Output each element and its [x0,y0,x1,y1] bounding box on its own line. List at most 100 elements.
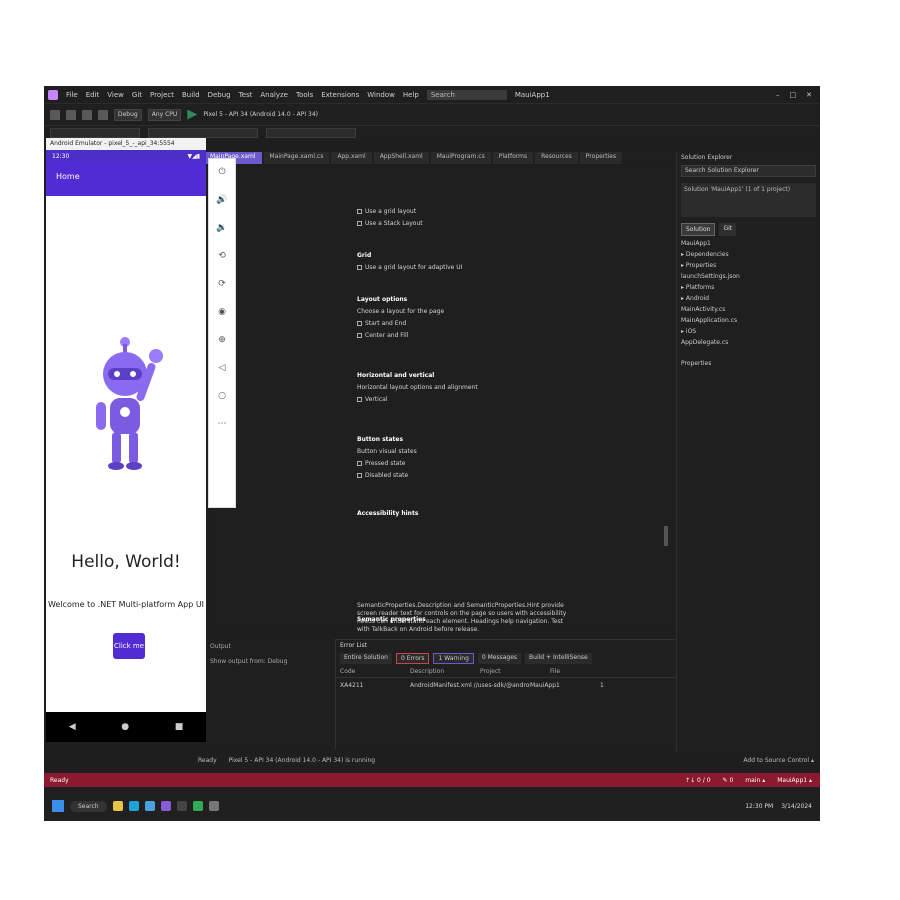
vs-status-changes[interactable]: ✎ 0 [723,777,734,784]
run-icon[interactable] [187,109,198,120]
nav-recent-icon[interactable]: ■ [175,722,184,732]
vs-status-sync[interactable]: ↑↓ 0 / 0 [685,777,710,784]
search-input[interactable]: Search [426,89,507,100]
menu-window[interactable]: Window [367,91,395,99]
stackframe-select[interactable] [266,128,356,138]
editor-tab[interactable]: Properties [579,152,623,164]
checkbox-icon[interactable] [357,333,362,338]
editor-scrollbar[interactable] [664,526,668,546]
zoom-icon[interactable]: ⊕ [218,335,226,345]
tree-node[interactable]: AppDelegate.cs [681,339,816,350]
warnings-filter[interactable]: 1 Warning [433,653,474,664]
errors-filter[interactable]: 0 Errors [396,653,430,664]
editor-tab[interactable]: App.xaml [331,152,372,164]
menu-debug[interactable]: Debug [208,91,231,99]
vs-status-branch[interactable]: main ▴ [745,777,765,784]
run-target[interactable]: Pixel 5 - API 34 (Android 14.0 - API 34) [203,111,318,118]
checkbox-icon[interactable] [357,473,362,478]
editor-tab[interactable]: MauiProgram.cs [430,152,491,164]
checkbox-icon[interactable] [357,209,362,214]
menu-help[interactable]: Help [403,91,419,99]
menu-tools[interactable]: Tools [296,91,313,99]
back-icon[interactable] [50,109,60,120]
nav-back-icon[interactable]: ◀ [69,722,76,732]
menu-analyze[interactable]: Analyze [260,91,288,99]
tray-time[interactable]: 12:30 PM [745,803,773,810]
panel-status-right[interactable]: Add to Source Control ▴ [743,757,820,764]
emulator-screen[interactable]: 12:30 ▼◢▮ Home Hello, World! Welcome to … [46,150,206,742]
store-icon[interactable] [144,801,155,811]
volume-down-icon[interactable]: 🔉 [216,223,227,233]
rotate-left-icon[interactable]: ⟲ [218,251,226,261]
editor-area[interactable]: SemanticProperties.Description and Seman… [209,166,674,631]
close-icon[interactable]: ✕ [806,91,812,99]
minimize-icon[interactable]: – [776,91,780,99]
build-filter-select[interactable]: Build + IntelliSense [525,653,592,664]
menu-project[interactable]: Project [150,91,174,99]
col-project[interactable]: Project [480,668,550,675]
editor-tab[interactable]: AppShell.xaml [373,152,429,164]
tray-date[interactable]: 3/14/2024 [781,803,812,810]
menu-edit[interactable]: Edit [86,91,100,99]
solution-card[interactable]: Solution 'MauiApp1' (1 of 1 project) [681,183,816,217]
process-select[interactable] [50,128,140,138]
editor-tab[interactable]: Platforms [492,152,534,164]
checkbox-icon[interactable] [357,221,362,226]
forward-icon[interactable] [66,109,76,120]
volume-up-icon[interactable]: 🔊 [216,195,227,205]
tree-root[interactable]: MauiApp1 [681,240,816,251]
vs-status-repo[interactable]: MauiApp1 ▴ [777,777,812,784]
solution-search-input[interactable]: Search Solution Explorer [681,165,816,177]
solution-view-button[interactable]: Solution [681,223,716,236]
start-icon[interactable] [52,800,64,812]
tree-node[interactable]: ▸ Android [681,295,816,306]
col-description[interactable]: Description [410,668,480,675]
explorer-icon[interactable] [112,801,123,811]
save-icon[interactable] [82,109,92,120]
taskbar-search[interactable]: Search [70,800,107,812]
checkbox-icon[interactable] [357,321,362,326]
nav-home-icon[interactable]: ● [121,722,129,732]
camera-icon[interactable]: ◉ [218,307,226,317]
checkbox-icon[interactable] [357,265,362,270]
click-me-button[interactable]: Click me [113,633,145,659]
menu-extensions[interactable]: Extensions [321,91,359,99]
col-code[interactable]: Code [340,668,410,675]
more-icon[interactable]: ⋯ [218,419,227,429]
menu-view[interactable]: View [107,91,124,99]
terminal-icon[interactable] [176,801,187,811]
tree-node[interactable]: MainActivity.cs [681,306,816,317]
undo-icon[interactable] [98,109,108,120]
settings-icon[interactable] [208,801,219,811]
scope-select[interactable]: Entire Solution [340,653,392,664]
checkbox-icon[interactable] [357,461,362,466]
git-view-button[interactable]: Git [719,223,737,236]
back-icon[interactable]: ◁ [219,363,226,373]
tree-node[interactable]: ▸ Properties [681,262,816,273]
tree-node[interactable]: MainApplication.cs [681,317,816,328]
chrome-icon[interactable] [192,801,203,811]
menu-test[interactable]: Test [239,91,253,99]
menu-file[interactable]: File [66,91,78,99]
tree-node[interactable]: ▸ iOS [681,328,816,339]
checkbox-icon[interactable] [357,397,362,402]
col-file[interactable]: File [550,668,620,675]
vs-icon[interactable] [160,801,171,811]
messages-filter[interactable]: 0 Messages [477,653,522,664]
tree-node[interactable]: ▸ Platforms [681,284,816,295]
menu-git[interactable]: Git [132,91,142,99]
editor-tab[interactable]: MainPage.xaml.cs [263,152,330,164]
thread-select[interactable] [148,128,258,138]
power-icon[interactable]: ⏻ [218,167,225,177]
error-row[interactable]: XA4211 AndroidManifest.xml //uses-sdk/@a… [336,678,676,693]
rotate-right-icon[interactable]: ⟳ [218,279,226,289]
home-icon[interactable]: ○ [218,391,226,401]
tree-node[interactable]: launchSettings.json [681,273,816,284]
platform-select[interactable]: Any CPU [147,108,182,121]
config-select[interactable]: Debug [114,108,142,121]
maximize-icon[interactable]: □ [790,91,797,99]
edge-icon[interactable] [128,801,139,811]
output-source[interactable]: Show output from: Debug [206,654,335,669]
editor-tab[interactable]: Resources [535,152,578,164]
menu-build[interactable]: Build [182,91,200,99]
